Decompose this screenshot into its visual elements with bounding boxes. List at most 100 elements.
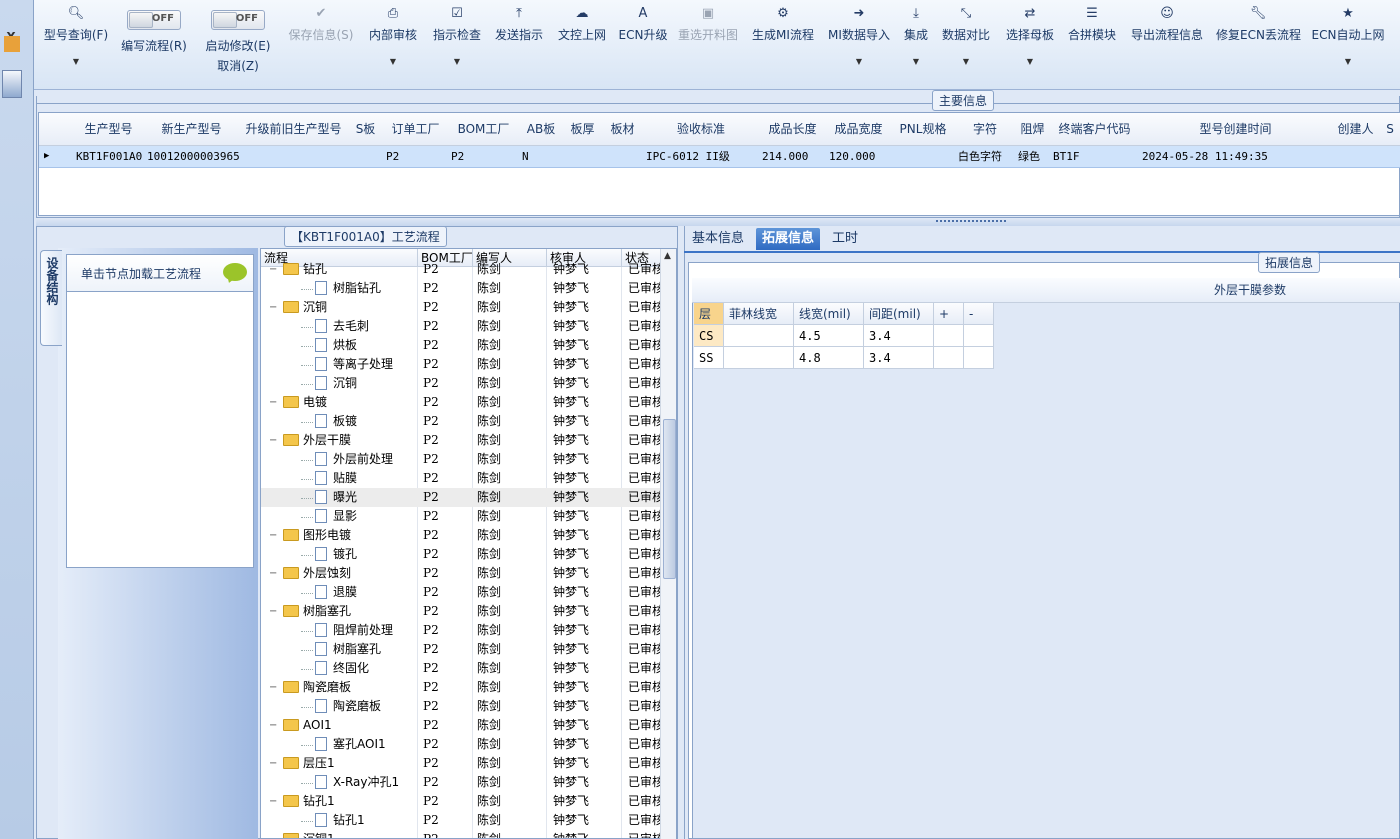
cell-writer[interactable]: 陈剑 <box>477 716 543 735</box>
cell-status[interactable]: 已审核 <box>628 830 661 838</box>
cell-reviewer[interactable]: 钟梦飞 <box>553 412 619 431</box>
collapse-toggle-icon[interactable]: − <box>269 716 281 735</box>
cell-reviewer[interactable]: 钟梦飞 <box>553 716 619 735</box>
generate-mi-button[interactable]: ⚙ 生成MI流程 <box>750 4 816 84</box>
cell-bom-factory[interactable]: P2 <box>423 811 473 830</box>
cell-writer[interactable]: 陈剑 <box>477 374 543 393</box>
cell-reviewer[interactable]: 钟梦飞 <box>553 450 619 469</box>
cell-bom-factory[interactable]: P2 <box>423 336 473 355</box>
process-tree-row[interactable]: X-Ray冲孔1 P2 陈剑 钟梦飞 已审核 <box>261 773 661 792</box>
cell-status[interactable]: 已审核 <box>628 355 661 374</box>
process-tree-row[interactable]: 外层蚀刻 − P2 陈剑 钟梦飞 已审核 <box>261 564 661 583</box>
cell-status[interactable]: 已审核 <box>628 659 661 678</box>
cell-reviewer[interactable]: 钟梦飞 <box>553 355 619 374</box>
cell-writer[interactable]: 陈剑 <box>477 697 543 716</box>
param-cell-spacing[interactable]: 3.4 <box>864 325 934 347</box>
process-tree-row[interactable]: 外层前处理 P2 陈剑 钟梦飞 已审核 <box>261 450 661 469</box>
col-header[interactable]: 板厚 <box>563 113 603 146</box>
cell-reviewer[interactable]: 钟梦飞 <box>553 640 619 659</box>
process-step-node[interactable]: 阻焊前处理 <box>315 621 417 640</box>
start-modify-toggle[interactable]: OFF 启动修改(E) 取消(Z) <box>202 10 274 90</box>
cell-writer[interactable]: 陈剑 <box>477 754 543 773</box>
col-header[interactable]: 升级前旧生产型号 <box>239 113 349 146</box>
process-tree-row[interactable]: 钻孔1 − P2 陈剑 钟梦飞 已审核 <box>261 792 661 811</box>
cell-bom-factory[interactable]: P2 <box>423 298 473 317</box>
cell-writer[interactable]: 陈剑 <box>477 431 543 450</box>
cell-writer[interactable]: 陈剑 <box>477 640 543 659</box>
process-tree-row[interactable]: AOI1 − P2 陈剑 钟梦飞 已审核 <box>261 716 661 735</box>
col-header[interactable]: 生产型号 <box>73 113 145 146</box>
process-step-node[interactable]: 去毛刺 <box>315 317 417 336</box>
cell-reviewer[interactable]: 钟梦飞 <box>553 564 619 583</box>
model-query-button[interactable]: 🔍︎ 型号查询(F) ▼ <box>40 4 112 84</box>
cell-status[interactable]: 已审核 <box>628 754 661 773</box>
doc-upload-button[interactable]: ☁ 文控上网 <box>554 4 610 84</box>
process-tree-row[interactable]: 显影 P2 陈剑 钟梦飞 已审核 <box>261 507 661 526</box>
process-step-node[interactable]: 镀孔 <box>315 545 417 564</box>
chevron-down-icon[interactable]: ▼ <box>366 57 420 66</box>
cell-reviewer[interactable]: 钟梦飞 <box>553 659 619 678</box>
col-header[interactable]: 成品长度 <box>759 113 827 146</box>
collapse-toggle-icon[interactable]: − <box>269 830 281 838</box>
process-step-node[interactable]: 板镀 <box>315 412 417 431</box>
collapse-toggle-icon[interactable]: − <box>269 260 281 279</box>
process-group-node[interactable]: 钻孔1 <box>283 792 417 811</box>
cell-status[interactable]: 已审核 <box>628 488 661 507</box>
process-step-node[interactable]: 烘板 <box>315 336 417 355</box>
cell-reviewer[interactable]: 钟梦飞 <box>553 830 619 838</box>
param-header-spacing[interactable]: 间距(mil) <box>864 303 934 325</box>
table-row[interactable]: ▶ KBT1F001A0 10012000003965 P2 P2 N IPC-… <box>39 146 1400 168</box>
cell-reviewer[interactable]: 钟梦飞 <box>553 621 619 640</box>
process-step-node[interactable]: 等离子处理 <box>315 355 417 374</box>
cell-reviewer[interactable]: 钟梦飞 <box>553 260 619 279</box>
cell-status[interactable]: 已审核 <box>628 602 661 621</box>
col-header[interactable]: 阻焊 <box>1015 113 1051 146</box>
cell-bom-factory[interactable]: P2 <box>423 564 473 583</box>
process-tree-row[interactable]: 等离子处理 P2 陈剑 钟梦飞 已审核 <box>261 355 661 374</box>
cell-bom-factory[interactable]: P2 <box>423 355 473 374</box>
process-step-node[interactable]: 贴膜 <box>315 469 417 488</box>
process-step-node[interactable]: 钻孔1 <box>315 811 417 830</box>
fix-ecn-button[interactable]: 🔧︎ 修复ECN丢流程 <box>1216 4 1301 84</box>
cell-status[interactable]: 已审核 <box>628 412 661 431</box>
process-group-node[interactable]: 树脂塞孔 <box>283 602 417 621</box>
vertical-scrollbar[interactable]: ▲ <box>660 249 676 839</box>
cell-status[interactable]: 已审核 <box>628 773 661 792</box>
cell-status[interactable]: 已审核 <box>628 716 661 735</box>
col-header[interactable]: 字符 <box>955 113 1016 146</box>
process-tree-grid[interactable]: 流程 BOM工厂 编写人 核审人 状态 钻孔 − P2 陈剑 钟梦飞 已审核 树脂钻孔 P2 陈… <box>260 248 677 839</box>
cell-writer[interactable]: 陈剑 <box>477 811 543 830</box>
cell-status[interactable]: 已审核 <box>628 469 661 488</box>
process-group-node[interactable]: 钻孔 <box>283 260 417 279</box>
process-tree-row[interactable]: 板镀 P2 陈剑 钟梦飞 已审核 <box>261 412 661 431</box>
cell-reviewer[interactable]: 钟梦飞 <box>553 431 619 450</box>
tab-extended-info[interactable]: 拓展信息 <box>756 228 821 250</box>
cell-writer[interactable]: 陈剑 <box>477 355 543 374</box>
tab-work-hours[interactable]: 工时 <box>826 228 864 250</box>
param-cell-spacing[interactable]: 3.4 <box>864 347 934 369</box>
collapse-toggle-icon[interactable]: − <box>269 431 281 450</box>
cell-bom-factory[interactable]: P2 <box>423 792 473 811</box>
process-group-node[interactable]: 沉铜1 <box>283 830 417 838</box>
edit-flow-toggle[interactable]: OFF 编写流程(R) <box>118 10 190 90</box>
process-tree-row[interactable]: 树脂塞孔 P2 陈剑 钟梦飞 已审核 <box>261 640 661 659</box>
process-step-node[interactable]: 显影 <box>315 507 417 526</box>
process-tree-row[interactable]: 沉铜 − P2 陈剑 钟梦飞 已审核 <box>261 298 661 317</box>
cell-length[interactable]: 214.000 <box>759 146 829 167</box>
cell-order-factory[interactable]: P2 <box>383 146 451 167</box>
horizontal-splitter[interactable] <box>36 218 1400 226</box>
process-tree-row[interactable]: 终固化 P2 陈剑 钟梦飞 已审核 <box>261 659 661 678</box>
process-tree-row[interactable]: 树脂塞孔 − P2 陈剑 钟梦飞 已审核 <box>261 602 661 621</box>
cell-reviewer[interactable]: 钟梦飞 <box>553 792 619 811</box>
process-tree-row[interactable]: 镀孔 P2 陈剑 钟梦飞 已审核 <box>261 545 661 564</box>
cell-writer[interactable]: 陈剑 <box>477 260 543 279</box>
save-info-button[interactable]: ✔ 保存信息(S) <box>286 4 356 84</box>
cell-writer[interactable]: 陈剑 <box>477 317 543 336</box>
process-step-node[interactable]: 退膜 <box>315 583 417 602</box>
cell-status[interactable]: 已审核 <box>628 526 661 545</box>
cell-bom-factory[interactable]: P2 <box>423 260 473 279</box>
cell-bom-factory[interactable]: P2 <box>448 146 522 167</box>
process-step-node[interactable]: 终固化 <box>315 659 417 678</box>
cell-reviewer[interactable]: 钟梦飞 <box>553 374 619 393</box>
cell-status[interactable]: 已审核 <box>628 564 661 583</box>
